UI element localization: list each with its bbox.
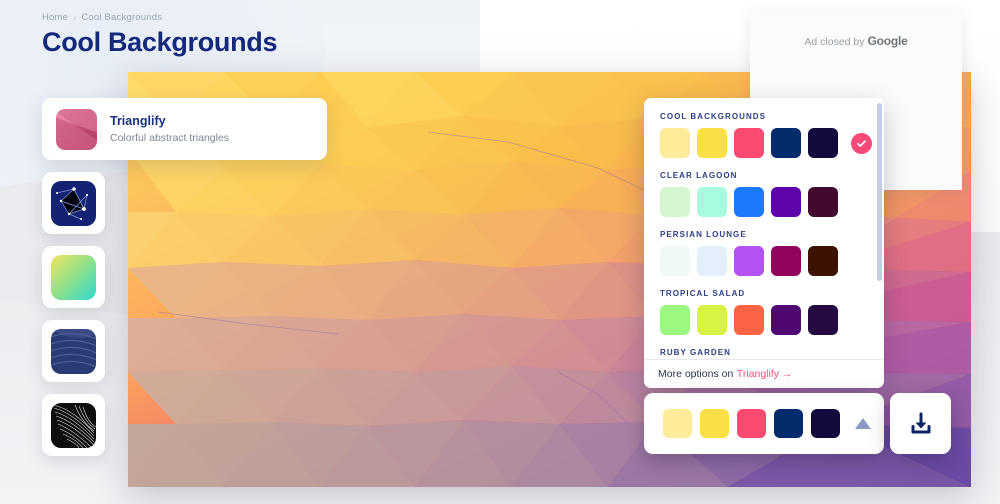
waves-thumb-icon [51,328,96,374]
swatch[interactable] [771,305,801,335]
swatch[interactable] [697,187,727,217]
trianglify-thumb-icon [56,108,97,150]
caret-up-icon[interactable] [855,418,871,429]
sidebar-item-particles[interactable] [42,172,105,234]
swatch[interactable] [660,128,690,158]
palette-group-label: CLEAR LAGOON [660,171,738,180]
swatch-row [660,305,868,335]
swatch[interactable] [808,187,838,217]
swatch[interactable] [808,246,838,276]
swatch[interactable] [660,246,690,276]
info-card-subtitle: Colorful abstract triangles [110,131,230,144]
lines-thumb-icon [51,402,96,448]
toolbar-swatch[interactable] [737,409,766,438]
palette-group-label: PERSIAN LOUNGE [660,230,747,239]
check-icon [851,132,872,154]
breadcrumb-home-link[interactable]: Home [42,12,68,23]
swatch[interactable] [660,187,690,217]
google-brand-text: Google [867,34,908,48]
info-card-title: Trianglify [110,114,166,129]
breadcrumb-separator-icon: › [73,12,77,23]
more-options-text: More options on [658,368,734,380]
gradient-thumb-icon [51,254,96,300]
ad-closed-label: Ad closed by Google [750,34,962,48]
swatch[interactable] [808,128,838,158]
palette-group-label: RUBY GARDEN [660,348,731,357]
swatch[interactable] [771,187,801,217]
breadcrumb-current: Cool Backgrounds [81,12,163,23]
palette-group-label: COOL BACKGROUNDS [660,112,766,121]
particles-thumb-icon [51,180,96,226]
swatch[interactable] [697,246,727,276]
swatch[interactable] [734,128,764,158]
download-icon [911,412,930,433]
swatch[interactable] [734,246,764,276]
palette-scroll-area[interactable]: COOL BACKGROUNDS CLEAR LAGOON PERSIAN LO… [644,98,884,359]
palette-group-clear-lagoon[interactable]: CLEAR LAGOON [660,171,868,217]
palette-group-ruby-garden[interactable]: RUBY GARDEN [660,348,868,357]
swatch[interactable] [771,246,801,276]
palette-group-label: TROPICAL SALAD [660,289,746,298]
toolbar-swatch[interactable] [700,409,729,438]
toolbar-swatch[interactable] [811,409,840,438]
trianglify-link[interactable]: Trianglify → [737,368,793,380]
swatch[interactable] [697,128,727,158]
color-toolbar[interactable] [644,393,884,454]
palette-group-persian-lounge[interactable]: PERSIAN LOUNGE [660,230,868,276]
toolbar-swatch[interactable] [774,409,803,438]
page-header: Home › Cool Backgrounds Cool Backgrounds [42,12,278,58]
breadcrumb: Home › Cool Backgrounds [42,12,277,23]
download-button[interactable] [890,393,951,454]
swatch[interactable] [660,305,690,335]
palette-group-tropical-salad[interactable]: TROPICAL SALAD [660,289,868,335]
sidebar-item-gradient[interactable] [42,246,105,308]
swatch[interactable] [734,187,764,217]
swatch[interactable] [771,128,801,158]
sidebar-item-lines[interactable] [42,394,105,456]
ad-closed-text: Ad closed by [804,36,865,48]
swatch-row [660,128,872,158]
toolbar-swatch[interactable] [663,409,692,438]
swatch[interactable] [734,305,764,335]
page-title: Cool Backgrounds [42,27,278,57]
palette-panel-footer: More options on Trianglify → [644,359,884,388]
sidebar-item-waves[interactable] [42,320,105,382]
vertical-scrollbar[interactable] [877,103,882,281]
palette-panel[interactable]: COOL BACKGROUNDS CLEAR LAGOON PERSIAN LO… [644,98,884,388]
swatch[interactable] [808,305,838,335]
swatch-row [660,187,868,217]
swatch-row [660,246,868,276]
swatch[interactable] [697,305,727,335]
generator-sidebar [42,172,105,456]
trianglify-info-card[interactable]: Trianglify Colorful abstract triangles [42,98,327,160]
palette-group-cool-backgrounds[interactable]: COOL BACKGROUNDS [660,112,872,158]
